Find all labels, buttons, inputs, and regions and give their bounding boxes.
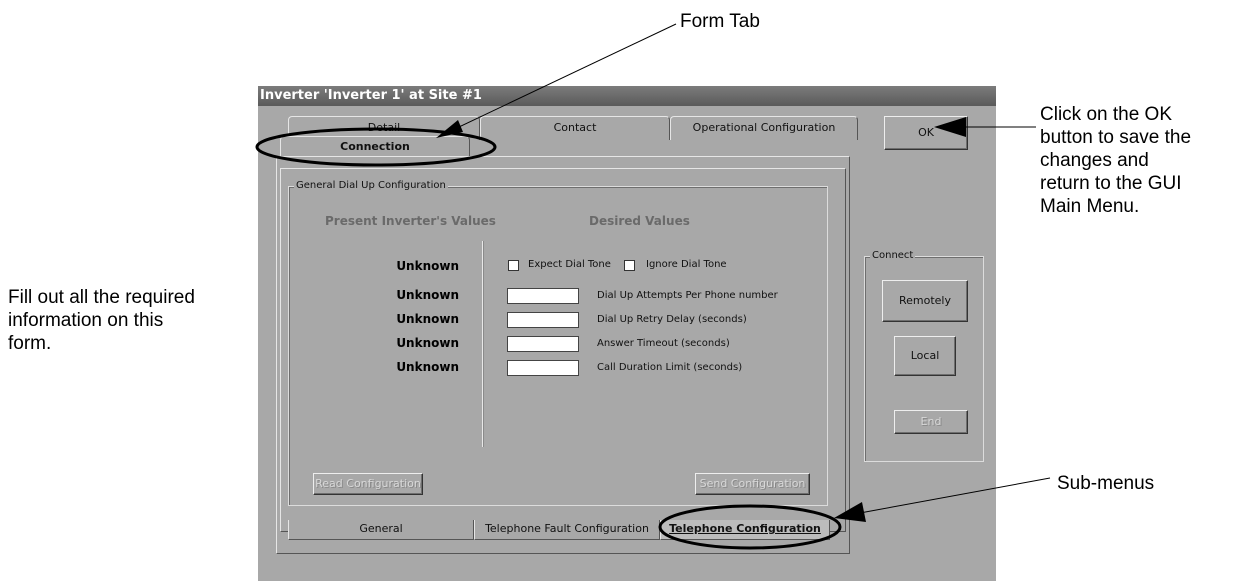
sub-menus-arrow-icon xyxy=(834,477,1051,522)
telephone-config-callout-ellipse xyxy=(658,504,842,550)
form-tab-arrow-icon xyxy=(436,23,677,138)
ok-arrow-icon xyxy=(934,117,1036,137)
connection-tab-callout-ellipse xyxy=(255,127,497,167)
callout-overlay xyxy=(255,23,1051,550)
